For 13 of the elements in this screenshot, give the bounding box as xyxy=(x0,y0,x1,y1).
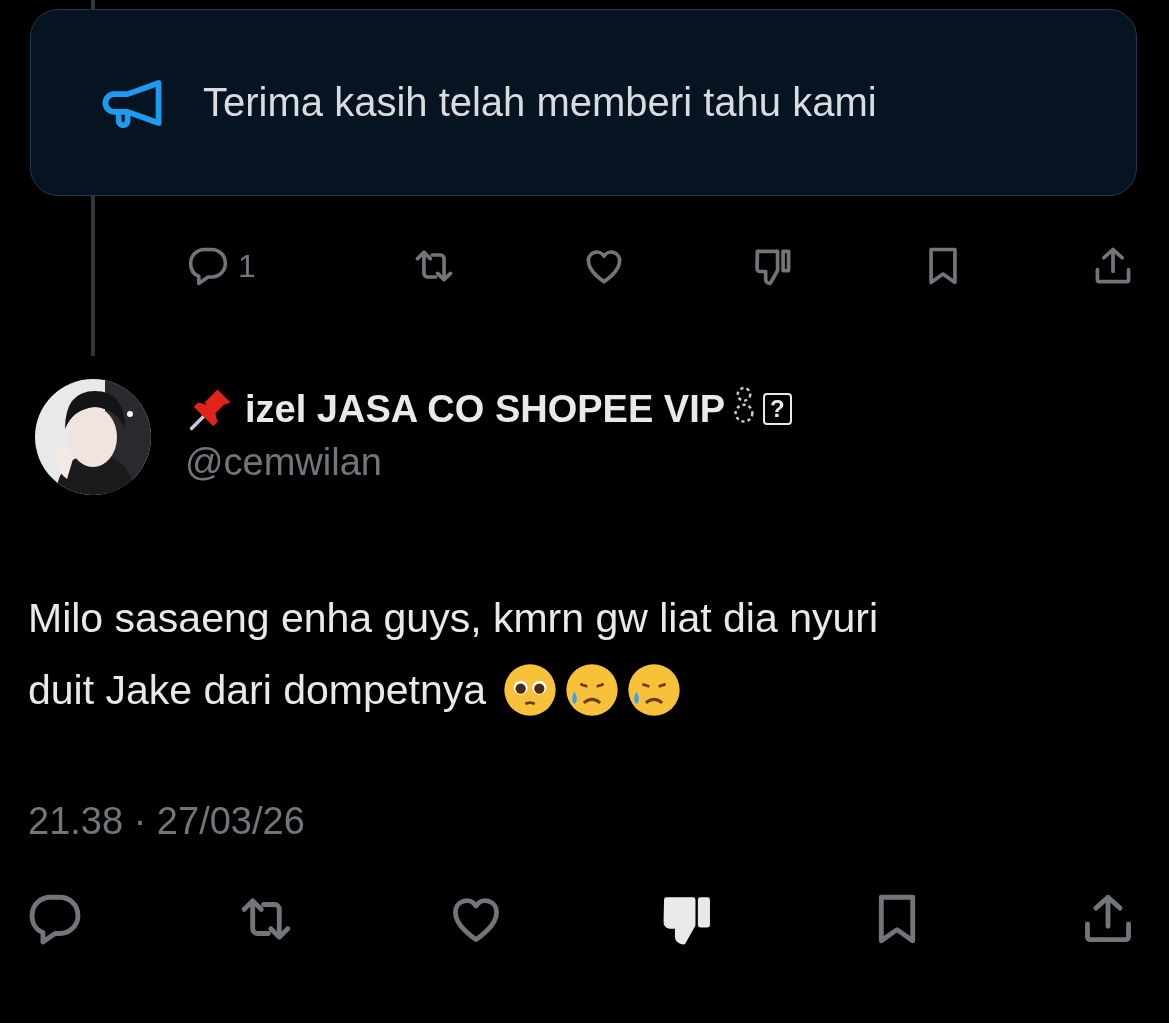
toast-message: Terima kasih telah memberi tahu kami xyxy=(203,80,877,125)
timestamp: 21.38 · 27/03/26 xyxy=(28,800,305,843)
tweet-text: duit Jake dari dompetnya xyxy=(28,666,487,715)
reply-count: 1 xyxy=(238,247,256,285)
tweet-text: Milo sasaeng enha guys, kmrn gw liat dia nyuri xyxy=(28,594,879,643)
user-handle[interactable]: @cemwilan xyxy=(185,441,792,484)
sad-face-icon xyxy=(626,662,683,718)
display-name[interactable]: izel JASA CO SHOPEE VIP xyxy=(245,387,726,431)
pleading-face-icon xyxy=(502,662,559,718)
missing-glyph: ? xyxy=(763,393,792,425)
megaphone-icon xyxy=(101,77,163,128)
reply-button[interactable]: 1 xyxy=(186,244,286,288)
sad-face-icon xyxy=(564,662,621,718)
